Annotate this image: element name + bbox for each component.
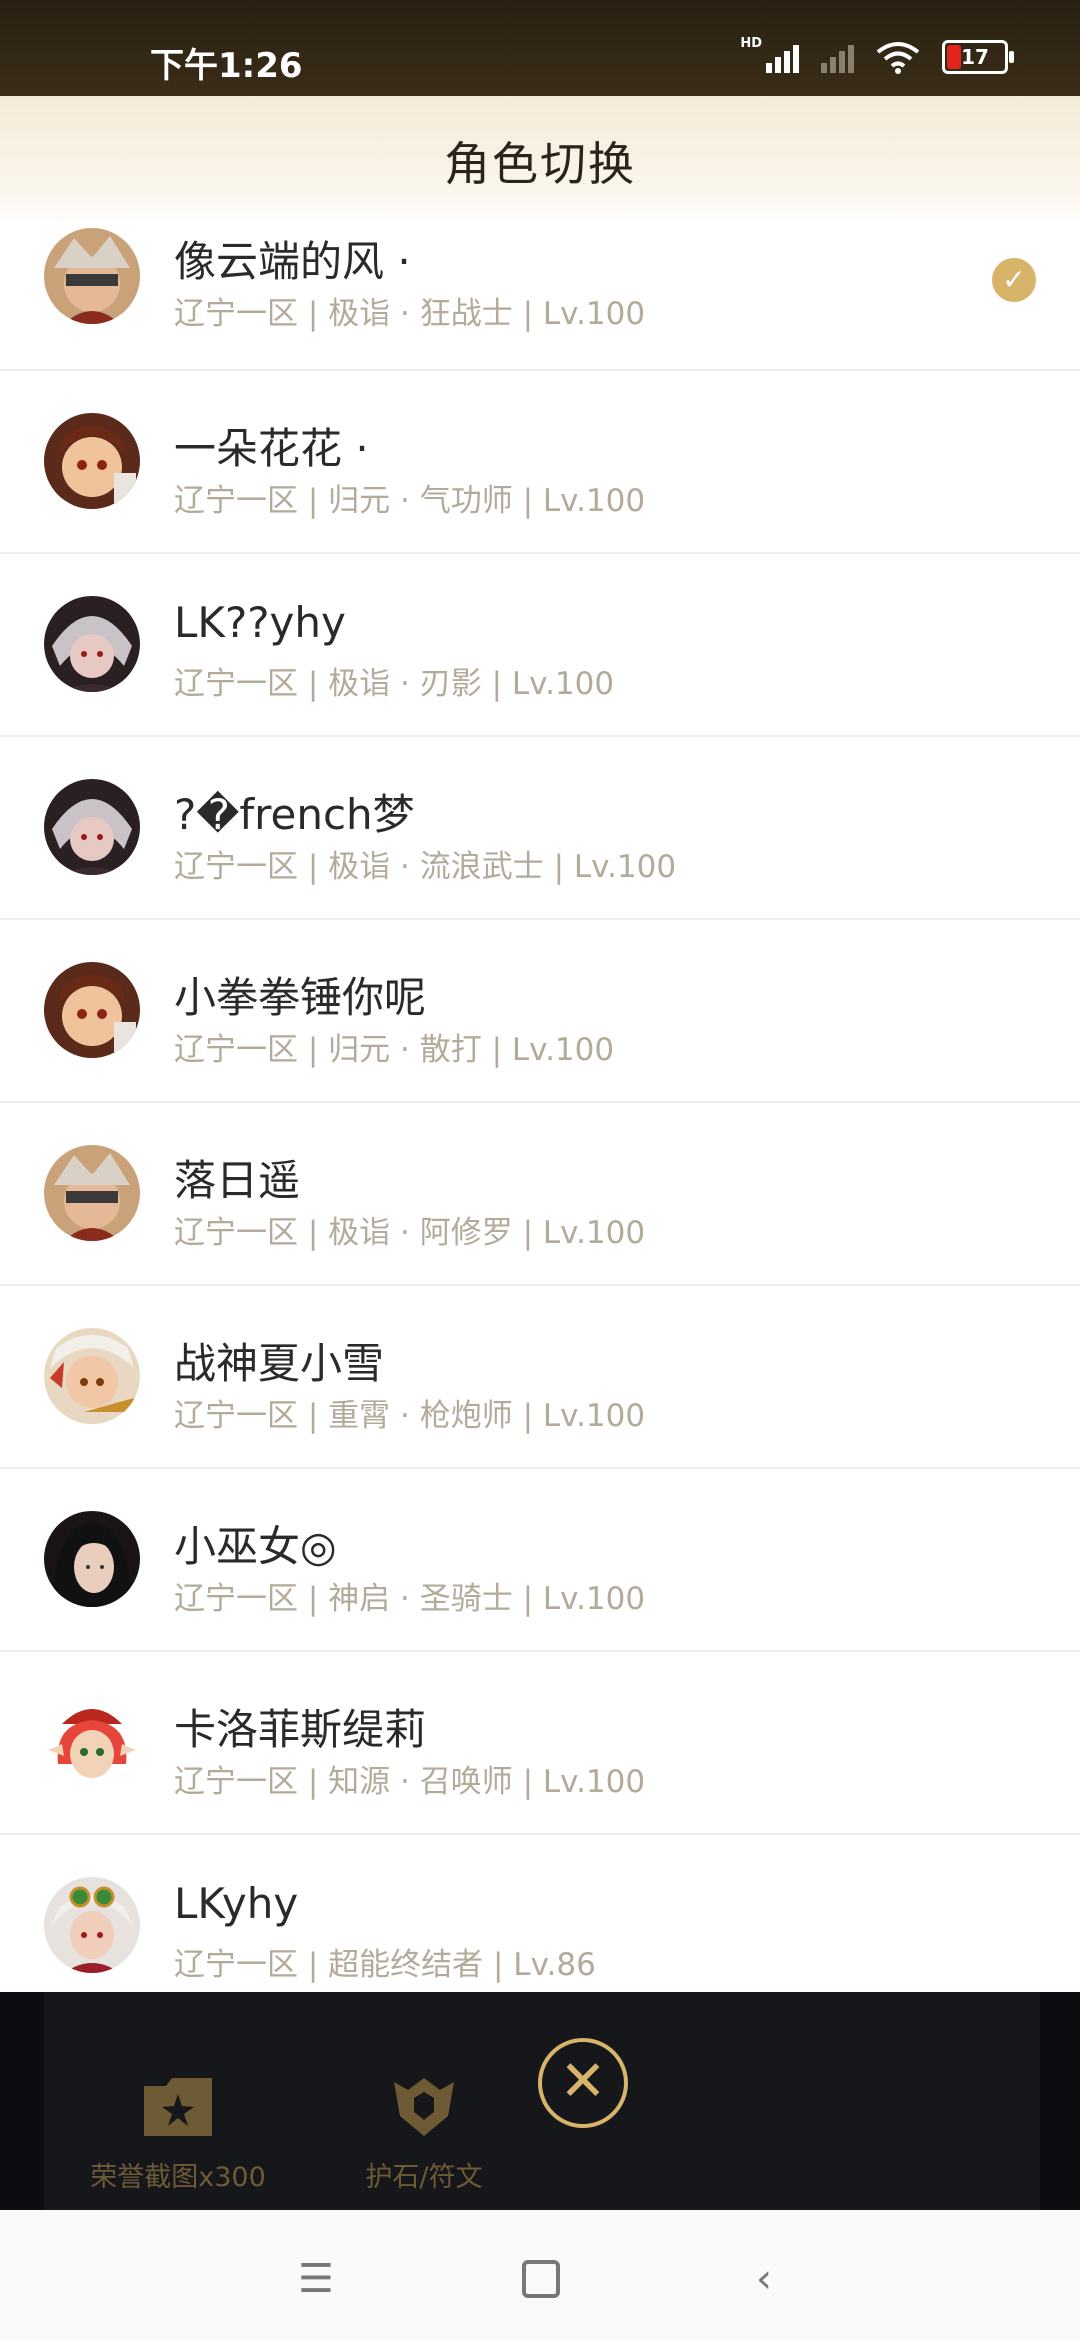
- role-row[interactable]: 像云端的风 · 辽宁一区 | 极诣 · 狂战士 | Lv.100 ✓: [0, 228, 1080, 371]
- fighter-avatar: [44, 413, 140, 509]
- hd-label: HD: [740, 35, 762, 51]
- role-info: 辽宁一区 | 神启 · 圣骑士 | Lv.100: [174, 1581, 646, 1617]
- role-info: 辽宁一区 | 归元 · 散打 | Lv.100: [174, 1032, 615, 1068]
- photo-folder-icon: [144, 2078, 212, 2136]
- blade-avatar: [44, 596, 140, 692]
- bottom-panel: 荣誉截图x300 护石/符文 ✕: [0, 1992, 1080, 2210]
- role-row[interactable]: 小巫女◎ 辽宁一区 | 神启 · 圣骑士 | Lv.100: [0, 1469, 1080, 1652]
- role-name: LKyhy: [174, 1879, 299, 1928]
- status-icons: HD 17: [740, 36, 1014, 74]
- role-row[interactable]: LK??yhy 辽宁一区 | 极诣 · 刃影 | Lv.100: [0, 554, 1080, 737]
- role-row[interactable]: 小拳拳锤你呢 辽宁一区 | 归元 · 散打 | Lv.100: [0, 920, 1080, 1103]
- role-row[interactable]: 战神夏小雪 辽宁一区 | 重霄 · 枪炮师 | Lv.100: [0, 1286, 1080, 1469]
- page-header: 角色切换: [0, 96, 1080, 229]
- role-row[interactable]: 一朵花花 · 辽宁一区 | 归元 · 气功师 | Lv.100: [0, 371, 1080, 554]
- role-row[interactable]: 落日遥 辽宁一区 | 极诣 · 阿修罗 | Lv.100: [0, 1103, 1080, 1286]
- page-title: 角色切换: [444, 137, 636, 191]
- mage-avatar: [44, 1694, 140, 1790]
- role-name: LK??yhy: [174, 598, 346, 647]
- goggles-avatar: [44, 1877, 140, 1973]
- role-list[interactable]: 像云端的风 · 辽宁一区 | 极诣 · 狂战士 | Lv.100 ✓ 一朵花花 …: [0, 228, 1080, 1992]
- battery-level: 17: [961, 45, 989, 69]
- tool-amulet-rune[interactable]: 护石/符文: [344, 2076, 504, 2194]
- role-name: 小拳拳锤你呢: [174, 973, 427, 1022]
- signal-2-icon: [821, 41, 854, 73]
- priestess-avatar: [44, 1511, 140, 1607]
- role-name: 一朵花花 ·: [174, 424, 369, 473]
- blade-avatar: [44, 779, 140, 875]
- bottom-panel-inner: 荣誉截图x300 护石/符文 ✕: [44, 1992, 1040, 2210]
- role-name: 战神夏小雪: [174, 1339, 385, 1388]
- role-info: 辽宁一区 | 极诣 · 狂战士 | Lv.100: [174, 296, 646, 332]
- berserker-avatar: [44, 228, 140, 324]
- role-name: 小巫女◎: [174, 1522, 337, 1571]
- selected-check-icon: ✓: [992, 258, 1036, 302]
- role-info: 辽宁一区 | 极诣 · 流浪武士 | Lv.100: [174, 849, 677, 885]
- berserker-avatar: [44, 1145, 140, 1241]
- role-info: 辽宁一区 | 知源 · 召唤师 | Lv.100: [174, 1764, 646, 1800]
- gunner-avatar: [44, 1328, 140, 1424]
- signal-icon: [766, 41, 799, 73]
- battery-icon: 17: [942, 40, 1014, 74]
- role-info: 辽宁一区 | 超能终结者 | Lv.86: [174, 1947, 596, 1983]
- wifi-icon: [876, 42, 920, 74]
- tool-honor-screenshot[interactable]: 荣誉截图x300: [78, 2076, 278, 2194]
- role-info: 辽宁一区 | 极诣 · 阿修罗 | Lv.100: [174, 1215, 646, 1251]
- role-name: 像云端的风 ·: [174, 237, 411, 286]
- back-icon[interactable]: ‹: [756, 2256, 772, 2302]
- role-row[interactable]: 卡洛菲斯缇莉 辽宁一区 | 知源 · 召唤师 | Lv.100: [0, 1652, 1080, 1835]
- close-button[interactable]: ✕: [538, 2038, 628, 2128]
- role-row[interactable]: ?�french梦 辽宁一区 | 极诣 · 流浪武士 | Lv.100: [0, 737, 1080, 920]
- status-bar: 下午1:26 HD 17: [0, 0, 1080, 96]
- role-name: ?�french梦: [174, 790, 415, 839]
- system-nav-bar: ☰ ‹: [0, 2210, 1080, 2340]
- role-info: 辽宁一区 | 重霄 · 枪炮师 | Lv.100: [174, 1398, 646, 1434]
- tool-label: 护石/符文: [365, 2162, 483, 2193]
- role-name: 落日遥: [174, 1156, 301, 1205]
- fighter-avatar: [44, 962, 140, 1058]
- role-info: 辽宁一区 | 极诣 · 刃影 | Lv.100: [174, 666, 615, 702]
- role-info: 辽宁一区 | 归元 · 气功师 | Lv.100: [174, 483, 646, 519]
- shield-rune-icon: [394, 2078, 454, 2136]
- role-name: 卡洛菲斯缇莉: [174, 1705, 427, 1754]
- menu-icon[interactable]: ☰: [298, 2256, 334, 2302]
- home-icon[interactable]: [522, 2260, 560, 2298]
- role-row[interactable]: LKyhy 辽宁一区 | 超能终结者 | Lv.86: [0, 1835, 1080, 1992]
- status-time: 下午1:26: [150, 46, 303, 86]
- tool-label: 荣誉截图x300: [90, 2162, 266, 2193]
